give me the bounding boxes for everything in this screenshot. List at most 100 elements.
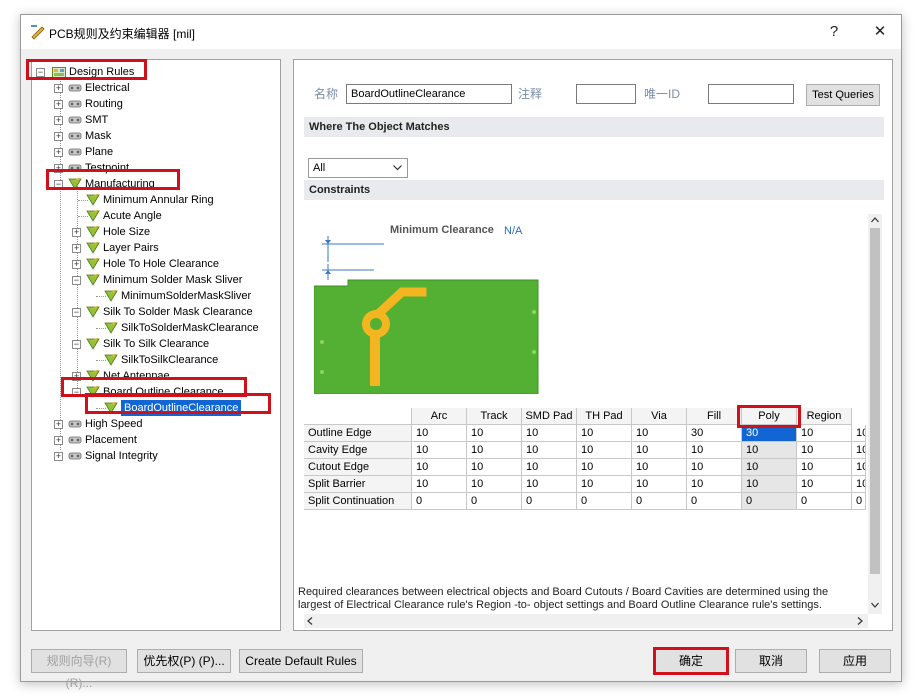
- clearance-cell[interactable]: 10: [687, 476, 742, 493]
- expand-icon[interactable]: +: [54, 420, 63, 429]
- expand-icon[interactable]: +: [54, 436, 63, 445]
- row-header-cavity-edge[interactable]: Cavity Edge: [304, 442, 412, 459]
- tree-item-smt[interactable]: + SMT: [32, 112, 280, 128]
- expand-icon[interactable]: +: [54, 148, 63, 157]
- scroll-up-icon[interactable]: [871, 217, 879, 223]
- clearance-cell[interactable]: 10: [742, 476, 797, 493]
- help-button[interactable]: ?: [819, 21, 849, 43]
- comment-input[interactable]: [576, 84, 636, 104]
- clearance-cell[interactable]: 10: [522, 425, 577, 442]
- rule-wizard-button[interactable]: 规则向导(R) (R)...: [31, 649, 127, 690]
- object-match-dropdown[interactable]: All: [308, 158, 408, 178]
- clearance-cell[interactable]: 10: [412, 425, 467, 442]
- row-header-split-barrier[interactable]: Split Barrier: [304, 476, 412, 493]
- row-header-outline-edge[interactable]: Outline Edge: [304, 425, 412, 442]
- expand-icon[interactable]: +: [54, 452, 63, 461]
- clearance-cell[interactable]: 10: [632, 459, 687, 476]
- clearance-cell[interactable]: 10: [412, 442, 467, 459]
- clearance-cell[interactable]: 10: [852, 476, 866, 493]
- unique-id-input[interactable]: [708, 84, 794, 104]
- clearance-cell[interactable]: 0: [687, 493, 742, 510]
- clearance-cell[interactable]: 10: [797, 425, 852, 442]
- clearance-cell[interactable]: 0: [797, 493, 852, 510]
- collapse-icon[interactable]: −: [72, 308, 81, 317]
- clearance-cell[interactable]: 10: [687, 442, 742, 459]
- tree-item-placement[interactable]: + Placement: [32, 432, 280, 448]
- expand-icon[interactable]: +: [72, 228, 81, 237]
- clearance-cell[interactable]: 0: [632, 493, 687, 510]
- scroll-right-icon[interactable]: [857, 617, 863, 625]
- clearance-cell[interactable]: 10: [412, 476, 467, 493]
- clearance-cell[interactable]: 10: [632, 425, 687, 442]
- column-header-track[interactable]: Track: [467, 408, 522, 425]
- clearance-cell[interactable]: 10: [797, 442, 852, 459]
- tree-item-silktosilkclearance[interactable]: SilkToSilkClearance: [32, 352, 280, 368]
- expand-icon[interactable]: +: [54, 116, 63, 125]
- tree-item-minimumsoldermasksliver[interactable]: MinimumSolderMaskSliver: [32, 288, 280, 304]
- clearance-cell[interactable]: 10: [852, 459, 866, 476]
- tree-item-high-speed[interactable]: + High Speed: [32, 416, 280, 432]
- clearance-cell[interactable]: 10: [412, 459, 467, 476]
- tree-item-hole-size[interactable]: + Hole Size: [32, 224, 280, 240]
- expand-icon[interactable]: +: [72, 244, 81, 253]
- collapse-icon[interactable]: −: [72, 340, 81, 349]
- clearance-cell[interactable]: 10: [522, 459, 577, 476]
- column-header-region[interactable]: Region: [797, 408, 852, 425]
- expand-icon[interactable]: +: [72, 260, 81, 269]
- clearance-cell[interactable]: 10: [467, 425, 522, 442]
- column-header-fill[interactable]: Fill: [687, 408, 742, 425]
- clearance-cell[interactable]: 10: [632, 442, 687, 459]
- clearance-cell[interactable]: 10: [577, 459, 632, 476]
- test-queries-button[interactable]: Test Queries: [806, 84, 880, 106]
- tree-item-silk-to-solder-mask-clearance[interactable]: − Silk To Solder Mask Clearance: [32, 304, 280, 320]
- clearance-cell[interactable]: 10: [797, 476, 852, 493]
- column-header-smd-pad[interactable]: SMD Pad: [522, 408, 577, 425]
- clearance-cell[interactable]: 10: [577, 425, 632, 442]
- clearance-cell[interactable]: 10: [632, 476, 687, 493]
- scroll-down-icon[interactable]: [871, 602, 879, 608]
- tree-item-acute-angle[interactable]: Acute Angle: [32, 208, 280, 224]
- column-header-th-pad[interactable]: TH Pad: [577, 408, 632, 425]
- close-button[interactable]: ✕: [865, 21, 895, 43]
- clearance-cell[interactable]: 10: [522, 442, 577, 459]
- tree-item-hole-to-hole-clearance[interactable]: + Hole To Hole Clearance: [32, 256, 280, 272]
- clearance-cell[interactable]: 10: [522, 476, 577, 493]
- expand-icon[interactable]: +: [54, 132, 63, 141]
- vertical-scroll-thumb[interactable]: [870, 228, 880, 574]
- priorities-button[interactable]: 优先权(P) (P)...: [137, 649, 231, 673]
- apply-button[interactable]: 应用: [819, 649, 891, 673]
- tree-item-silk-to-silk-clearance[interactable]: − Silk To Silk Clearance: [32, 336, 280, 352]
- clearance-cell[interactable]: 10: [687, 459, 742, 476]
- clearance-cell[interactable]: 10: [852, 425, 866, 442]
- clearance-cell[interactable]: 10: [742, 442, 797, 459]
- expand-icon[interactable]: +: [54, 84, 63, 93]
- clearance-cell[interactable]: 10: [467, 459, 522, 476]
- clearance-cell[interactable]: 0: [852, 493, 866, 510]
- tree-item-electrical[interactable]: + Electrical: [32, 80, 280, 96]
- clearance-cell[interactable]: 10: [467, 442, 522, 459]
- column-header-via[interactable]: Via: [632, 408, 687, 425]
- clearance-cell[interactable]: 10: [797, 459, 852, 476]
- tree-item-minimum-annular-ring[interactable]: Minimum Annular Ring: [32, 192, 280, 208]
- tree-item-plane[interactable]: + Plane: [32, 144, 280, 160]
- tree-item-routing[interactable]: + Routing: [32, 96, 280, 112]
- clearance-cell[interactable]: 0: [522, 493, 577, 510]
- clearance-cell[interactable]: 0: [742, 493, 797, 510]
- tree-item-layer-pairs[interactable]: + Layer Pairs: [32, 240, 280, 256]
- clearance-cell[interactable]: 10: [852, 442, 866, 459]
- clearance-cell[interactable]: 10: [577, 442, 632, 459]
- expand-icon[interactable]: +: [54, 100, 63, 109]
- tree-item-mask[interactable]: + Mask: [32, 128, 280, 144]
- scroll-left-icon[interactable]: [307, 617, 313, 625]
- clearance-cell[interactable]: 10: [577, 476, 632, 493]
- clearance-cell[interactable]: 30: [687, 425, 742, 442]
- tree-item-silktosoldermaskclearance[interactable]: SilkToSolderMaskClearance: [32, 320, 280, 336]
- cancel-button[interactable]: 取消: [735, 649, 807, 673]
- clearance-cell[interactable]: 10: [467, 476, 522, 493]
- tree-item-minimum-solder-mask-sliver[interactable]: − Minimum Solder Mask Sliver: [32, 272, 280, 288]
- clearance-cell[interactable]: 10: [742, 459, 797, 476]
- row-header-split-continuation[interactable]: Split Continuation: [304, 493, 412, 510]
- tree-item-signal-integrity[interactable]: + Signal Integrity: [32, 448, 280, 464]
- create-default-rules-button[interactable]: Create Default Rules: [239, 649, 363, 673]
- column-header-arc[interactable]: Arc: [412, 408, 467, 425]
